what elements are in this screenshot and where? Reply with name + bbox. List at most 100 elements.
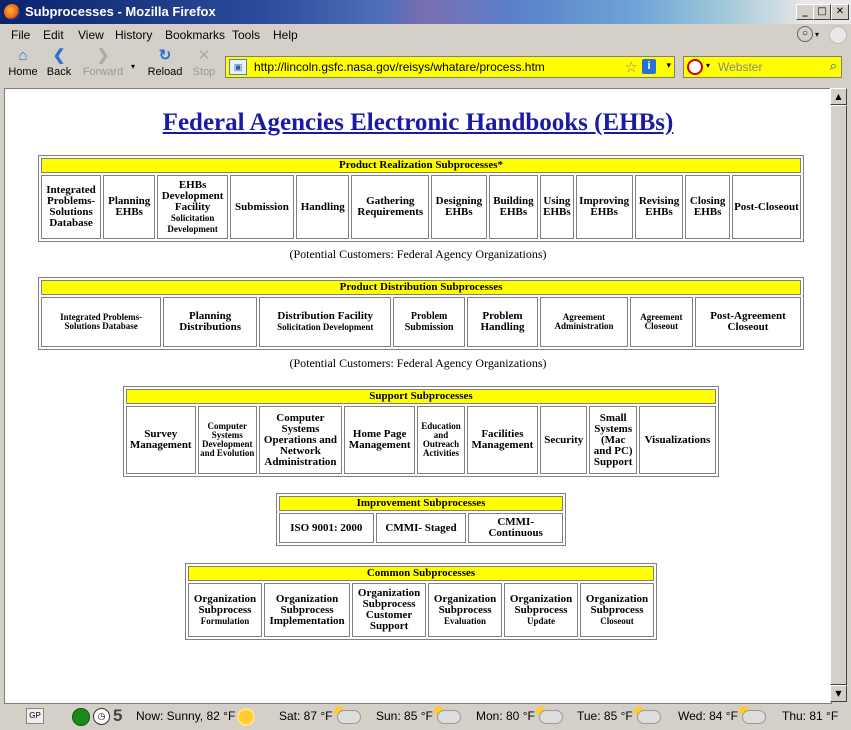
common-cell[interactable]: Organization Subprocess Update bbox=[504, 583, 579, 637]
page-title[interactable]: Federal Agencies Electronic Handbooks (E… bbox=[5, 109, 831, 137]
support-cell[interactable]: Visualizations bbox=[638, 406, 716, 474]
menu-tools[interactable]: Tools bbox=[232, 28, 260, 42]
stop-icon: ✕ bbox=[197, 47, 211, 64]
history-dropdown-icon[interactable]: ▾ bbox=[131, 62, 135, 71]
distribution-cell[interactable]: Problem Handling bbox=[466, 297, 539, 347]
forward-button[interactable]: ❯ Forward bbox=[80, 48, 126, 79]
improvement-cell[interactable]: CMMI- Continuous bbox=[468, 513, 563, 543]
realization-cell[interactable]: Submission bbox=[229, 175, 295, 239]
distribution-cell[interactable]: Integrated Problems-Solutions Database bbox=[41, 297, 162, 347]
weather-sun[interactable]: Sun: 85 °F bbox=[376, 705, 461, 724]
window-title: Subprocesses - Mozilla Firefox bbox=[25, 4, 216, 19]
url-dropdown-icon[interactable]: ▾ bbox=[666, 60, 671, 71]
improvement-cell[interactable]: CMMI- Staged bbox=[375, 513, 467, 543]
realization-cell[interactable]: Gathering Requirements bbox=[351, 175, 430, 239]
bookmark-star-icon[interactable]: ☆ bbox=[625, 58, 638, 76]
chevron-down-icon[interactable]: ▾ bbox=[815, 30, 819, 39]
menu-view[interactable]: View bbox=[78, 28, 104, 42]
vertical-scrollbar[interactable]: ▲ ▼ bbox=[830, 88, 847, 702]
weather-mon[interactable]: Mon: 80 °F bbox=[476, 705, 563, 724]
distribution-cell[interactable]: Distribution Facility Solicitation Develo… bbox=[259, 297, 392, 347]
weather-wed[interactable]: Wed: 84 °F bbox=[678, 705, 766, 724]
distribution-cell[interactable]: Post-Agreement Closeout bbox=[694, 297, 801, 347]
search-box[interactable]: ▾ Webster ⌕ bbox=[683, 56, 842, 78]
realization-cell[interactable]: Building EHBs bbox=[488, 175, 539, 239]
menu-history[interactable]: History bbox=[115, 28, 152, 42]
distribution-cell[interactable]: Problem Submission bbox=[393, 297, 465, 347]
home-button[interactable]: ⌂ Home bbox=[6, 47, 40, 79]
support-cell[interactable]: Facilities Management bbox=[466, 406, 539, 474]
distribution-header: Product Distribution Subprocesses bbox=[41, 280, 801, 295]
scroll-down-arrow-icon[interactable]: ▼ bbox=[830, 685, 847, 702]
support-cell[interactable]: Security bbox=[540, 406, 588, 474]
search-engine-dropdown-icon[interactable]: ▾ bbox=[706, 61, 710, 70]
distribution-cell[interactable]: Agreement Closeout bbox=[629, 297, 693, 347]
common-cell[interactable]: Organization Subprocess Formulation bbox=[188, 583, 262, 637]
distribution-cell[interactable]: Planning Distributions bbox=[163, 297, 257, 347]
home-icon: ⌂ bbox=[18, 47, 28, 64]
common-cell[interactable]: Organization Subprocess Closeout bbox=[580, 583, 654, 637]
reload-button[interactable]: ↻ Reload bbox=[145, 47, 185, 79]
realization-cell[interactable]: Improving EHBs bbox=[575, 175, 633, 239]
back-button[interactable]: ❮ Back bbox=[44, 48, 74, 79]
firefox-icon bbox=[4, 4, 20, 20]
scroll-up-arrow-icon[interactable]: ▲ bbox=[830, 88, 847, 105]
maximize-button[interactable]: □ bbox=[813, 4, 831, 20]
realization-cell[interactable]: Using EHBs bbox=[540, 175, 574, 239]
realization-cell[interactable]: Planning EHBs bbox=[103, 175, 156, 239]
partly-cloudy-icon bbox=[333, 705, 361, 724]
realization-cell[interactable]: Revising EHBs bbox=[634, 175, 684, 239]
count-badge[interactable]: 5 bbox=[113, 706, 122, 726]
distribution-customers: (Potential Customers: Federal Agency Org… bbox=[289, 356, 547, 370]
support-cell[interactable]: Computer Systems Development and Evoluti… bbox=[197, 406, 257, 474]
weather-sat[interactable]: Sat: 87 °F bbox=[279, 705, 361, 724]
green-status-icon[interactable] bbox=[72, 708, 90, 726]
minimize-button[interactable]: _ bbox=[796, 4, 814, 20]
menu-file[interactable]: File bbox=[11, 28, 30, 42]
common-cell[interactable]: Organization Subprocess Customer Support bbox=[352, 583, 427, 637]
realization-cell[interactable]: Handling bbox=[296, 175, 350, 239]
menu-edit[interactable]: Edit bbox=[43, 28, 64, 42]
weather-tue[interactable]: Tue: 85 °F bbox=[577, 705, 661, 724]
improvement-cell[interactable]: ISO 9001: 2000 bbox=[279, 513, 374, 543]
support-cell[interactable]: Survey Management bbox=[126, 406, 196, 474]
support-cell[interactable]: Home Page Management bbox=[344, 406, 416, 474]
close-button[interactable]: ✕ bbox=[831, 4, 849, 20]
support-table: Support Subprocesses Survey Management C… bbox=[123, 386, 719, 477]
realization-cell[interactable]: Post-Closeout bbox=[731, 175, 801, 239]
support-cell[interactable]: Computer Systems Operations and Network … bbox=[258, 406, 342, 474]
common-table: Common Subprocesses Organization Subproc… bbox=[185, 563, 657, 640]
scrollbar-thumb[interactable] bbox=[830, 105, 847, 685]
address-bar[interactable]: ▣ http://lincoln.gsfc.nasa.gov/reisys/wh… bbox=[225, 56, 675, 78]
throbber-icon bbox=[829, 26, 847, 44]
search-input[interactable]: Webster bbox=[718, 60, 762, 74]
clock-icon[interactable]: ◷ bbox=[93, 708, 110, 725]
menu-bookmarks[interactable]: Bookmarks bbox=[165, 28, 225, 42]
weather-now[interactable]: Now: Sunny, 82 °F bbox=[136, 709, 254, 724]
realization-cell[interactable]: Designing EHBs bbox=[431, 175, 487, 239]
distribution-cell[interactable]: Agreement Administration bbox=[540, 297, 628, 347]
realization-cell[interactable]: Closing EHBs bbox=[685, 175, 730, 239]
search-engine-icon[interactable] bbox=[687, 59, 703, 75]
url-text[interactable]: http://lincoln.gsfc.nasa.gov/reisys/what… bbox=[254, 60, 545, 74]
support-cell[interactable]: Small Systems (Mac and PC) Support bbox=[589, 406, 637, 474]
gp-icon[interactable]: GP bbox=[26, 708, 44, 724]
menu-bar: File Edit View History Bookmarks Tools H… bbox=[0, 24, 851, 46]
improvement-table: Improvement Subprocesses ISO 9001: 2000 … bbox=[276, 493, 566, 546]
reload-icon: ↻ bbox=[158, 47, 172, 64]
info-icon[interactable]: i bbox=[642, 59, 656, 74]
weather-thu[interactable]: Thu: 81 °F bbox=[782, 709, 838, 723]
partly-cloudy-icon bbox=[535, 705, 563, 724]
support-cell[interactable]: Education and Outreach Activities bbox=[417, 406, 465, 474]
distribution-table: Product Distribution Subprocesses Integr… bbox=[38, 277, 804, 350]
site-identity-icon[interactable]: ▣ bbox=[229, 59, 247, 75]
stop-button[interactable]: ✕ Stop bbox=[190, 47, 218, 79]
common-cell[interactable]: Organization Subprocess Implementation bbox=[263, 583, 351, 637]
menu-help[interactable]: Help bbox=[273, 28, 298, 42]
realization-cell[interactable]: Integrated Problems-Solutions Database bbox=[41, 175, 102, 239]
common-cell[interactable]: Organization Subprocess Evaluation bbox=[428, 583, 503, 637]
realization-cell[interactable]: EHBs Development Facility Solicitation De… bbox=[157, 175, 228, 239]
realization-table: Product Realization Subprocesses* Integr… bbox=[38, 155, 804, 242]
search-icon[interactable]: ⌕ bbox=[830, 58, 837, 74]
status-bar: GP ◷ 5 Now: Sunny, 82 °F Sat: 87 °F Sun:… bbox=[0, 704, 851, 730]
